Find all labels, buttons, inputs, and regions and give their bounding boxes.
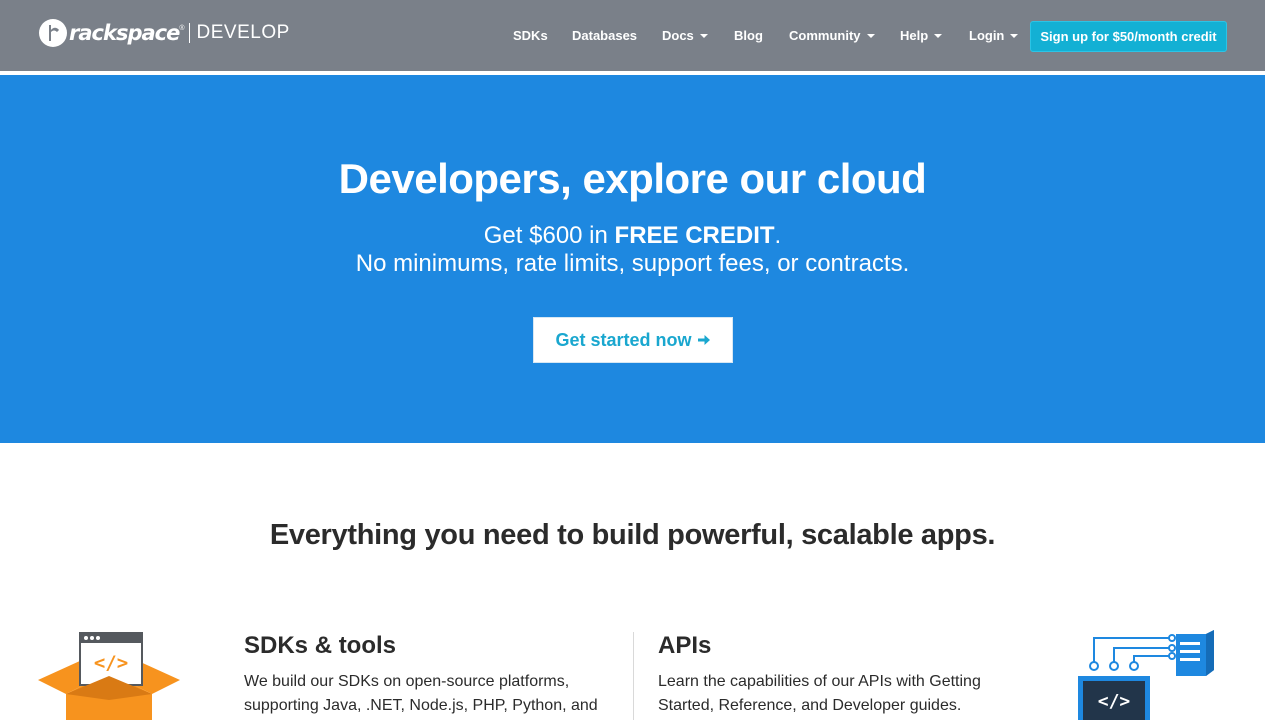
nav-login-label: Login — [969, 28, 1005, 43]
sdks-tools-heading: SDKs & tools — [244, 632, 397, 659]
apis-line-1: Learn the capabilities of our APIs with … — [658, 673, 981, 690]
features-heading: Everything you need to build powerful, s… — [269, 519, 996, 551]
nav-sdks[interactable]: SDKs — [513, 26, 548, 46]
chevron-down-icon — [934, 34, 943, 38]
chevron-down-icon — [699, 34, 708, 38]
sdks-tools-line-1: We build our SDKs on open-source platfor… — [244, 673, 570, 690]
hero-title: Developers, explore our cloud — [338, 155, 927, 202]
get-started-button[interactable]: Get started now — [533, 317, 733, 363]
nav-docs[interactable]: Docs — [662, 26, 708, 46]
logo-wordmark: rackspace — [69, 21, 180, 45]
logo-divider — [188, 23, 190, 43]
nav-databases[interactable]: Databases — [572, 26, 637, 46]
nav-databases-label: Databases — [572, 28, 638, 43]
top-navigation-bar: rackspace ® DEVELOP SDKs Databases Docs … — [0, 0, 1265, 73]
hero-banner: Developers, explore our cloud Get $600 i… — [0, 75, 1265, 443]
features-divider — [633, 632, 634, 720]
nav-community-label: Community — [789, 28, 861, 43]
nav-help-label: Help — [900, 28, 929, 43]
logo-registered-mark: ® — [179, 24, 185, 32]
nav-sdks-label: SDKs — [513, 28, 548, 43]
hero-credit-line: Get $600 in FREE CREDIT. — [0, 222, 1265, 250]
nav-docs-label: Docs — [662, 28, 694, 43]
nav-login[interactable]: Login — [969, 26, 1019, 46]
nav-help[interactable]: Help — [900, 26, 943, 46]
nav-blog-label: Blog — [734, 28, 763, 43]
hero-credit-prefix: Get $600 in — [483, 222, 615, 249]
svg-text:</>: </> — [1098, 691, 1131, 712]
logo-subtitle: DEVELOP — [196, 22, 290, 43]
sdks-tools-line-2: supporting Java, .NET, Node.js, PHP, Pyt… — [244, 697, 598, 714]
chevron-down-icon — [1010, 34, 1019, 38]
chevron-down-icon — [866, 34, 875, 38]
rackspace-develop-logo[interactable]: rackspace ® DEVELOP — [38, 16, 290, 50]
apis-heading: APIs — [658, 632, 712, 659]
hero-credit-suffix: . — [774, 222, 782, 249]
svg-text:</>: </> — [94, 652, 128, 674]
signup-button[interactable]: Sign up for $50/month credit — [1030, 21, 1227, 52]
nav-community[interactable]: Community — [789, 26, 875, 46]
nav-blog[interactable]: Blog — [734, 26, 763, 46]
hero-credit-emphasis: FREE CREDIT — [614, 222, 775, 249]
api-server-icon: </> — [1078, 630, 1214, 720]
hero-subtitle: No minimums, rate limits, support fees, … — [355, 250, 910, 277]
get-started-label: Get started now — [555, 329, 692, 350]
code-box-icon: </> — [38, 632, 180, 720]
rackspace-logo-icon — [39, 19, 67, 47]
apis-line-2: Started, Reference, and Developer guides… — [658, 697, 962, 714]
arrow-right-icon — [697, 335, 710, 345]
